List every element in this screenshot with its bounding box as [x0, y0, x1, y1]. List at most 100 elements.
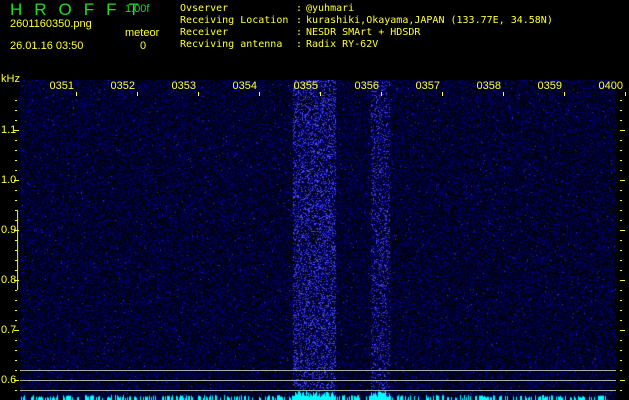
receiver-value: NESDR SMArt + HDSDR [306, 27, 421, 38]
freq-tick [14, 180, 19, 181]
freq-tick [15, 260, 17, 261]
info-label: Receiver [180, 27, 229, 38]
freq-tick [14, 130, 19, 131]
freq-tick [15, 100, 17, 101]
freq-tick [14, 230, 19, 231]
freq-tick [15, 210, 17, 211]
meteor-count: 0 [140, 40, 147, 52]
freq-tick [620, 310, 622, 311]
meteor-label: meteor [125, 27, 160, 39]
time-tick [259, 92, 260, 96]
freq-tick [15, 170, 17, 171]
freq-tick [15, 110, 17, 111]
antenna-value: Radix RY-62V [306, 39, 379, 50]
freq-tick [620, 110, 622, 111]
datetime: 26.01.16 03:50 [10, 40, 84, 52]
time-label: 0358 [476, 80, 501, 92]
freq-tick [15, 220, 17, 221]
freq-tick [620, 280, 625, 281]
freq-tick [620, 130, 625, 131]
time-tick [137, 92, 138, 96]
freq-tick [15, 150, 17, 151]
freq-tick [620, 140, 622, 141]
freq-tick [620, 210, 622, 211]
time-tick [625, 92, 626, 96]
observer-value: @yuhmari [306, 3, 355, 14]
freq-tick [15, 370, 17, 371]
freq-tick [15, 300, 17, 301]
freq-tick [620, 290, 622, 291]
info-label: Recviving antenna [180, 39, 283, 50]
freq-tick [620, 230, 625, 231]
freq-tick [15, 340, 17, 341]
time-label: 0353 [171, 80, 196, 92]
time-label: 0355 [293, 80, 318, 92]
time-label: 0354 [232, 80, 257, 92]
freq-tick [15, 350, 17, 351]
info-label: Ovserver [180, 3, 229, 14]
freq-tick [15, 270, 17, 271]
filename: 2601160350.png [10, 18, 92, 30]
freq-tick [620, 320, 622, 321]
freq-tick [620, 180, 625, 181]
time-tick [442, 92, 443, 96]
time-label: 0356 [354, 80, 379, 92]
time-tick [198, 92, 199, 96]
location-value: kurashiki,Okayama,JAPAN (133.77E, 34.58N… [306, 15, 553, 26]
freq-tick [620, 250, 622, 251]
freq-tick [620, 390, 622, 391]
threshold-line [20, 370, 616, 371]
freq-tick [620, 300, 622, 301]
freq-tick [620, 150, 622, 151]
info-label: Receiving Location [180, 15, 289, 26]
threshold-line [20, 390, 616, 391]
time-label: 0352 [110, 80, 135, 92]
time-tick [381, 92, 382, 96]
freq-tick [620, 260, 622, 261]
time-tick [564, 92, 565, 96]
threshold-line [20, 380, 616, 381]
freq-tick [15, 310, 17, 311]
freq-tick [620, 120, 622, 121]
freq-tick [15, 250, 17, 251]
freq-tick [14, 380, 19, 381]
time-tick [320, 92, 321, 96]
freq-tick [620, 160, 622, 161]
freq-tick [15, 140, 17, 141]
freq-tick [15, 240, 17, 241]
freq-tick [15, 290, 17, 291]
freq-tick [620, 330, 625, 331]
freq-tick [620, 380, 625, 381]
y-unit-label: kHz [1, 73, 20, 85]
freq-tick [15, 360, 17, 361]
info-colons: :::: [296, 3, 303, 50]
freq-tick [620, 350, 622, 351]
freq-tick [620, 190, 622, 191]
info-values: @yuhmari kurashiki,Okayama,JAPAN (133.77… [306, 3, 553, 51]
freq-tick [15, 190, 17, 191]
freq-tick [620, 270, 622, 271]
freq-tick [620, 370, 622, 371]
freq-tick [15, 390, 17, 391]
freq-tick [620, 100, 622, 101]
time-tick [76, 92, 77, 96]
time-label: 0357 [415, 80, 440, 92]
info-labels: Ovserver Receiving Location Receiver Rec… [180, 3, 288, 51]
freq-tick [15, 200, 17, 201]
spectrogram [17, 80, 617, 400]
freq-tick [15, 160, 17, 161]
freq-tick [620, 240, 622, 241]
time-label: 0400 [598, 80, 623, 92]
time-tick [503, 92, 504, 96]
time-label: 0351 [49, 80, 74, 92]
time-label: 0359 [537, 80, 562, 92]
freq-tick [15, 320, 17, 321]
freq-tick [620, 170, 622, 171]
freq-tick [620, 200, 622, 201]
freq-tick [620, 360, 622, 361]
freq-tick [15, 120, 17, 121]
version-label: 1.00f [125, 3, 150, 15]
freq-tick [620, 340, 622, 341]
freq-tick [620, 220, 622, 221]
freq-tick [14, 330, 19, 331]
